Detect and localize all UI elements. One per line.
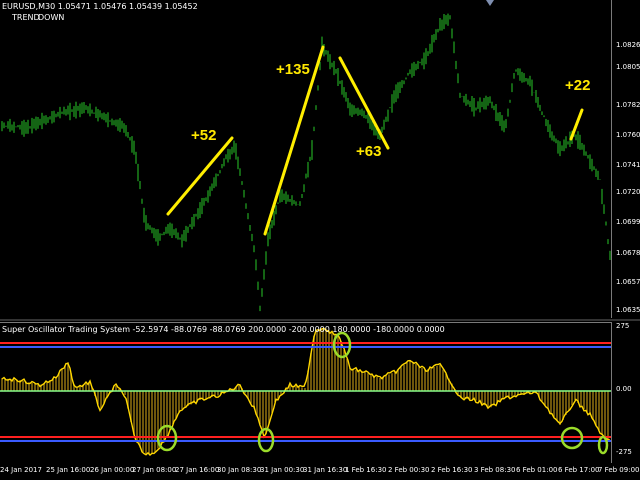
price-tick: 1.06785 (616, 249, 640, 257)
time-tick: 24 Jan 2017 (0, 466, 42, 474)
osc-tick: 0.00 (616, 385, 632, 393)
osc-tick: 275 (616, 322, 630, 330)
oscillator-levels (0, 342, 611, 442)
time-tick: 6 Feb 17:00 (558, 466, 600, 474)
osc-tick: -275 (616, 448, 632, 456)
time-tick: 27 Jan 16:00 (175, 466, 220, 474)
annotation-22: +22 (565, 77, 591, 94)
time-tick: 3 Feb 08:30 (474, 466, 516, 474)
annotation-63: +63 (356, 143, 382, 160)
time-tick: 6 Feb 01:00 (516, 466, 558, 474)
time-tick: 1 Feb 16:30 (345, 466, 387, 474)
time-tick: 25 Jan 16:00 (46, 466, 91, 474)
symbol-info: EURUSD,M30 1.05471 1.05476 1.05439 1.054… (2, 2, 198, 11)
price-tick: 1.06990 (616, 218, 640, 226)
indicator-info: Super Oscillator Trading System -52.5974… (2, 325, 445, 334)
price-tick: 1.08265 (616, 41, 640, 49)
chart-canvas (0, 13, 611, 456)
price-tick: 1.07820 (616, 101, 640, 109)
trend-label: TREND (12, 13, 40, 22)
time-tick: 2 Feb 00:30 (388, 466, 430, 474)
trend-value: DOWN (38, 13, 65, 22)
time-tick: 30 Jan 08:30 (217, 466, 262, 474)
time-tick: 31 Jan 00:30 (260, 466, 305, 474)
price-tick: 1.06575 (616, 278, 640, 286)
time-tick: 27 Jan 08:00 (132, 466, 177, 474)
price-tick: 1.06355 (616, 306, 640, 314)
trend-line (338, 56, 390, 150)
time-tick: 31 Jan 16:30 (303, 466, 348, 474)
price-tick: 1.07205 (616, 188, 640, 196)
annotation-135: +135 (276, 61, 310, 78)
time-tick: 2 Feb 16:30 (431, 466, 473, 474)
price-tick: 1.08050 (616, 63, 640, 71)
time-tick: 7 Feb 09:00 (598, 466, 640, 474)
signal-circle (597, 435, 609, 455)
price-tick: 1.07605 (616, 131, 640, 139)
price-series (1, 13, 611, 312)
time-tick: 26 Jan 00:00 (90, 466, 135, 474)
price-tick: 1.07415 (616, 161, 640, 169)
annotation-52: +52 (191, 127, 217, 144)
